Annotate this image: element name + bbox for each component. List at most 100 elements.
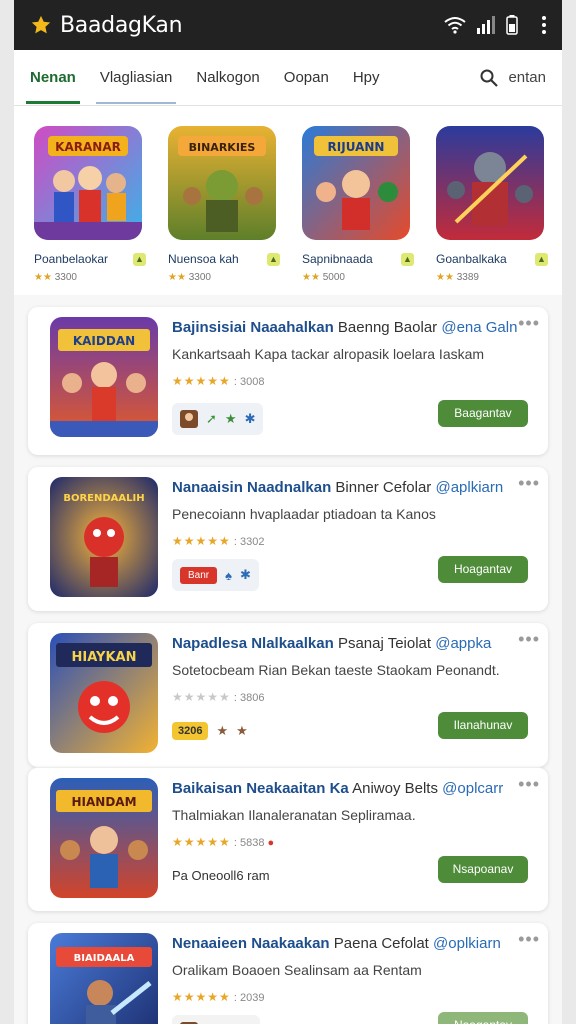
game-thumbnail: HIANDAM [50, 778, 158, 898]
game-thumbnail: KAIDDAN [50, 317, 158, 437]
svg-text:KAIDDAN: KAIDDAN [73, 334, 135, 348]
featured-game-meta: ★★ 3300 [168, 272, 211, 283]
tab-nalkogon[interactable]: Nalkogon [196, 51, 259, 104]
search-icon [480, 69, 499, 87]
featured-game-meta: ★★ 5000 [302, 272, 345, 283]
game-thumbnail: KARANAR [34, 126, 142, 240]
overflow-menu-icon[interactable] [540, 15, 548, 35]
game-thumbnail: BORENDAALIH [50, 477, 158, 597]
install-button[interactable]: Nsapoanav [438, 856, 528, 883]
badge-icon: ▲ [535, 252, 548, 266]
search-button[interactable]: entan [480, 69, 546, 87]
game-thumbnail [436, 126, 544, 240]
more-options-icon[interactable]: ••• [518, 629, 540, 650]
featured-game-4[interactable]: Goanbalkaka ▲ ★★ 3389 [436, 126, 548, 283]
install-button[interactable]: Naagantav [438, 1012, 528, 1024]
featured-games: KARANAR Poanbelaokar ▲ ★★ 3300 BINARKIES… [14, 106, 562, 295]
install-button[interactable]: Ilanahunav [438, 712, 528, 739]
featured-game-3[interactable]: RIJUANN Sapnibnaada ▲ ★★ 5000 [302, 126, 414, 283]
game-rating: ★★★★★ : 2039 [172, 990, 265, 1004]
badge-icon: ▲ [267, 252, 280, 266]
wifi-icon [444, 17, 466, 34]
game-rating: ★★★★★ : 5838 ● [172, 835, 275, 849]
chip-row: bialaner [172, 1015, 261, 1024]
list-item[interactable]: HIAYKAN Napadlesa Nlalkaalkan Psanaj Tei… [28, 623, 548, 767]
list-item[interactable]: BORENDAALIH Nanaaisin Naadnalkan Binner … [28, 467, 548, 611]
star-rating-icon: ★★★★★ [172, 374, 231, 388]
star-icon [31, 15, 51, 34]
star-icon: ★ [216, 723, 229, 738]
game-description: Oralikam Boaoen Sealinsam aa Rentam [172, 962, 422, 978]
featured-game-meta: ★★ 3300 [34, 272, 77, 283]
featured-game-name: Sapnibnaada [302, 252, 373, 266]
game-description: Sotetocbeam Rian Bekan taeste Staokam Pe… [172, 662, 500, 678]
game-description: Penecoiann hvaplaadar ptiadoan ta Kanos [172, 506, 436, 522]
svg-text:HIAYKAN: HIAYKAN [72, 650, 137, 665]
app-title: BaadagKan [60, 12, 183, 38]
svg-text:BIAIDAALA: BIAIDAALA [74, 953, 135, 964]
phone-screen: BaadagKan Nenan Vlagliasian Nalkogon Oop… [14, 0, 562, 1024]
drop-icon: ♠ [225, 567, 233, 583]
list-item[interactable]: HIANDAM Baikaisan Neakaaitan Ka Aniwoy B… [28, 767, 548, 911]
chip-text: Pa Oneooll6 ram [172, 867, 270, 883]
featured-game-meta: ★★ 3389 [436, 272, 479, 283]
star-icon: ★ [224, 411, 237, 426]
signal-icon [477, 16, 495, 34]
chip-row: Banr ♠ ✱ [172, 559, 259, 591]
more-options-icon[interactable]: ••• [518, 473, 540, 494]
tab-oopan[interactable]: Oopan [284, 51, 329, 104]
more-options-icon[interactable]: ••• [518, 313, 540, 334]
game-title: Bajinsisiai Naaahalkan Baenng Baolar @en… [172, 319, 518, 336]
game-rating: ★★★★★ : 3806 [172, 690, 265, 704]
featured-game-2[interactable]: BINARKIES Nuensoa kah ▲ ★★ 3300 [168, 126, 280, 283]
svg-text:BINARKIES: BINARKIES [189, 141, 256, 154]
game-title: Baikaisan Neakaaitan Ka Aniwoy Belts @op… [172, 780, 504, 797]
svg-text:BORENDAALIH: BORENDAALIH [63, 493, 144, 504]
more-options-icon[interactable]: ••• [518, 774, 540, 795]
star-rating-icon: ★★★★★ [172, 835, 231, 849]
install-button[interactable]: Hoagantav [438, 556, 528, 583]
tab-vlagliasian[interactable]: Vlagliasian [95, 51, 176, 104]
battery-icon [506, 15, 518, 35]
game-description: Kankartsaah Kapa tackar alropasik loelar… [172, 346, 485, 362]
game-title: Nanaaisin Naadnalkan Binner Cefolar @apl… [172, 479, 504, 496]
game-thumbnail: RIJUANN [302, 126, 410, 240]
more-options-icon[interactable]: ••• [518, 929, 540, 950]
status-icons [444, 15, 548, 35]
star-icon: ★ [236, 723, 248, 738]
star-icon: ✱ [240, 567, 251, 582]
svg-text:HIANDAM: HIANDAM [71, 795, 136, 809]
game-rating: ★★★★★ : 3302 [172, 534, 265, 548]
featured-game-1[interactable]: KARANAR Poanbelaokar ▲ ★★ 3300 [34, 126, 146, 283]
svg-text:RIJUANN: RIJUANN [328, 140, 385, 154]
avatar [180, 410, 198, 428]
badge-icon: ▲ [133, 252, 146, 266]
top-app-bar: BaadagKan [14, 0, 562, 50]
art-text: KARANAR [55, 140, 121, 154]
list-item[interactable]: KAIDDAN Bajinsisiai Naaahalkan Baenng Ba… [28, 307, 548, 455]
star-rating-icon: ★★★★★ [172, 990, 231, 1004]
game-rating: ★★★★★ : 3008 [172, 374, 265, 388]
arrow-icon: ➚ [206, 411, 217, 426]
tag-badge: Banr [180, 566, 218, 584]
chip-row: 3206 ★ ★ [172, 715, 256, 747]
game-title: Nenaaieen Naakaakan Paena Cefolat @oplki… [172, 935, 501, 952]
star-rating-icon: ★★★★★ [172, 690, 231, 704]
featured-game-name: Nuensoa kah [168, 252, 239, 266]
tab-hpy[interactable]: Hpy [353, 51, 380, 104]
game-thumbnail: HIAYKAN [50, 633, 158, 753]
coin-badge: 3206 [172, 722, 209, 740]
star-rating-icon: ★★★★★ [172, 534, 231, 548]
star-icon: ✱ [244, 411, 256, 426]
featured-game-name: Goanbalkaka [436, 252, 507, 266]
featured-game-name: Poanbelaokar [34, 252, 109, 266]
game-list: KAIDDAN Bajinsisiai Naaahalkan Baenng Ba… [14, 307, 562, 1024]
game-description: Thalmiakan Ilanaleranatan Sepliramaa. [172, 807, 416, 823]
chip-row: ➚ ★ ✱ [172, 403, 264, 435]
tab-nenan[interactable]: Nenan [26, 51, 80, 104]
install-button[interactable]: Baagantav [438, 400, 528, 427]
badge-icon: ▲ [401, 252, 414, 266]
list-item[interactable]: BIAIDAALA Nenaaieen Naakaakan Paena Cefo… [28, 923, 548, 1024]
game-thumbnail: BIAIDAALA [50, 933, 158, 1024]
game-thumbnail: BINARKIES [168, 126, 276, 240]
